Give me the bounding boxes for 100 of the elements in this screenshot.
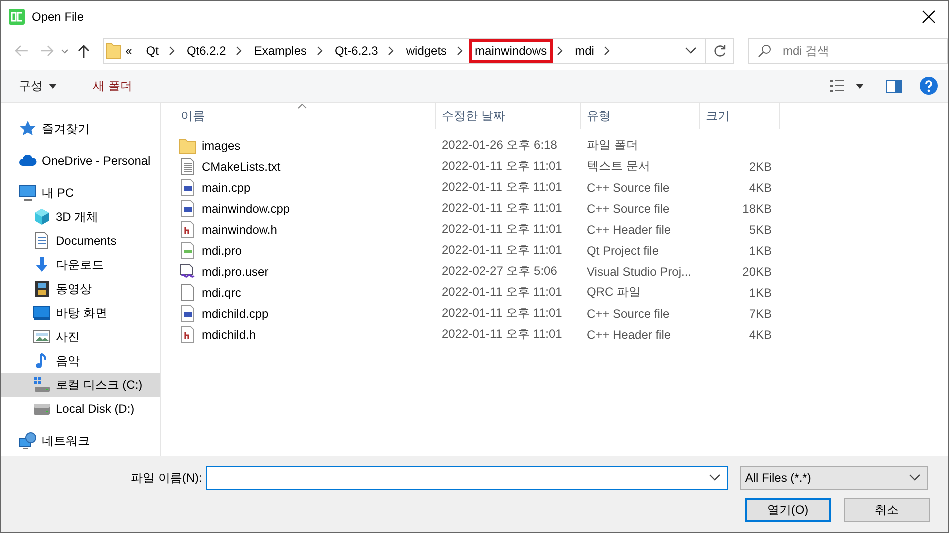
file-name[interactable]: main.cpp [161,177,436,198]
chevron-icon[interactable] [457,46,464,56]
overflow-chevron[interactable]: « [126,44,132,58]
date-cell-text: 2022-01-11 오후 11:01 [441,221,564,238]
window-title: Open File [32,10,84,24]
date-cell-text: 2022-01-11 오후 11:01 [441,200,564,217]
date-cell-text: 2022-01-26 오후 6:18 [441,137,558,154]
caret-icon[interactable] [856,84,864,88]
dropdown-icon[interactable] [685,46,698,56]
chevron-icon[interactable] [317,46,323,56]
type-cell-text: C++ Source file [586,200,671,218]
sidebar-item[interactable]: OneDrive - Personal [1,149,160,173]
sidebar-item[interactable]: 3D 개체 [1,205,160,229]
size-cell-text: 5KB [748,222,773,238]
size-cell-text: 4KB [748,326,773,344]
refresh-button[interactable] [706,38,734,64]
type-cell-text: 텍스트 문서 [586,158,652,175]
help-icon[interactable] [920,77,938,95]
breadcrumb[interactable]: mainwindows [469,39,554,63]
size-cell-text: 1KB [748,242,773,260]
chevron-icon[interactable] [168,46,175,56]
file-type-dropdown[interactable]: All Files (*.*) [740,466,928,490]
app-icon [9,8,25,24]
dropdown-icon[interactable] [709,474,722,482]
address-bar[interactable]: « Qt Qt6.2.2 Examples Qt-6.2.3 widgets mainwindows mdi [102,38,706,64]
sidebar-item[interactable]: Local Disk (D:) [1,397,160,421]
type-cell-text: C++ Source file [586,180,671,196]
column-header[interactable]: 수정한 날짜 [436,103,581,129]
size-cell-text: 18KB [742,200,773,218]
sidebar-item[interactable]: 사진 [1,325,160,349]
file-name[interactable]: mdichild.cpp [161,303,436,324]
cube-icon [33,208,51,226]
type-cell-text: Visual Studio Proj... [586,264,693,280]
type-cell-text: QRC 파일 [586,284,642,301]
sidebar-item[interactable]: 네트워크 [1,429,160,453]
dropdown-icon [909,474,922,482]
file-name[interactable]: mainwindow.cpp [161,198,436,219]
file-name[interactable]: images [161,135,436,156]
close-icon[interactable] [922,10,936,24]
search-icon [758,44,772,58]
breadcrumb[interactable]: Qt6.2.2 [180,39,232,63]
caret-icon [49,84,57,88]
type-cell-text: C++ Header file [586,222,672,238]
breadcrumb[interactable]: mdi [569,39,600,63]
organize-menu-button[interactable]: 구성 [11,74,65,98]
file-name[interactable]: mdichild.h [161,324,436,345]
breadcrumb[interactable]: Qt-6.2.3 [329,39,384,63]
file-name[interactable]: mdi.pro.user [161,261,436,282]
sidebar-item[interactable]: Documents [1,229,160,253]
open-button[interactable]: 열기(O) [745,498,831,522]
breadcrumb[interactable]: Qt [140,39,165,63]
text-file-icon [179,158,197,176]
date-cell-text: 2022-01-11 오후 11:01 [441,326,564,343]
up-arrow-icon[interactable] [76,43,92,59]
chevron-icon[interactable] [236,46,242,56]
desktop-icon [33,304,51,322]
sidebar-item[interactable]: 다운로드 [1,253,160,277]
breadcrumb[interactable]: Examples [248,39,313,63]
file-name[interactable]: mdi.qrc [161,282,436,303]
column-header[interactable]: 유형 [581,103,700,129]
date-cell-text: 2022-01-11 오후 11:01 [441,284,564,301]
document-icon [33,232,51,250]
file-name[interactable]: mdi.pro [161,240,436,261]
new-folder-button[interactable]: 새 폴더 [85,74,140,98]
chevron-icon[interactable] [557,46,564,56]
computer-icon [19,184,37,202]
preview-pane-icon[interactable] [886,80,902,92]
sidebar-item[interactable]: 로컬 디스크 (C:) [1,373,160,397]
refresh-icon [712,44,727,58]
chevron-icon[interactable] [604,46,610,56]
code-file-icon [179,200,197,218]
header-file-icon [179,326,197,344]
sidebar-item[interactable]: 동영상 [1,277,160,301]
sidebar-item[interactable]: 내 PC [1,181,160,205]
date-cell-text: 2022-01-11 오후 11:01 [441,158,564,175]
picture-icon [33,328,51,346]
column-header[interactable]: 크기 [700,103,780,129]
film-icon [33,280,51,298]
sidebar-item[interactable]: 즐겨찾기 [1,117,160,141]
file-name[interactable]: CMakeLists.txt [161,156,436,177]
column-header[interactable]: 이름 [161,103,436,129]
size-cell-text: 4KB [748,180,773,196]
network-icon [19,432,37,450]
search-field[interactable]: mdi 검색 [748,38,948,64]
size-cell-text: 1KB [748,284,773,302]
type-cell-text: Qt Project file [586,242,660,260]
type-cell-text: C++ Header file [586,326,672,344]
chevron-icon[interactable] [388,46,394,56]
breadcrumb[interactable]: widgets [400,39,454,63]
header-file-icon [179,220,197,238]
file-name-field[interactable] [206,466,728,490]
size-cell-text: 2KB [748,158,773,176]
blank-file-icon [179,284,197,302]
file-name[interactable]: mainwindow.h [161,219,436,240]
cancel-button[interactable]: 취소 [844,498,930,522]
type-cell-text: C++ Source file [586,306,671,322]
size-cell-text: 7KB [748,306,773,322]
sidebar-item[interactable]: 음악 [1,349,160,373]
date-cell-text: 2022-01-11 오후 11:01 [441,242,564,259]
sidebar-item[interactable]: 바탕 화면 [1,301,160,325]
